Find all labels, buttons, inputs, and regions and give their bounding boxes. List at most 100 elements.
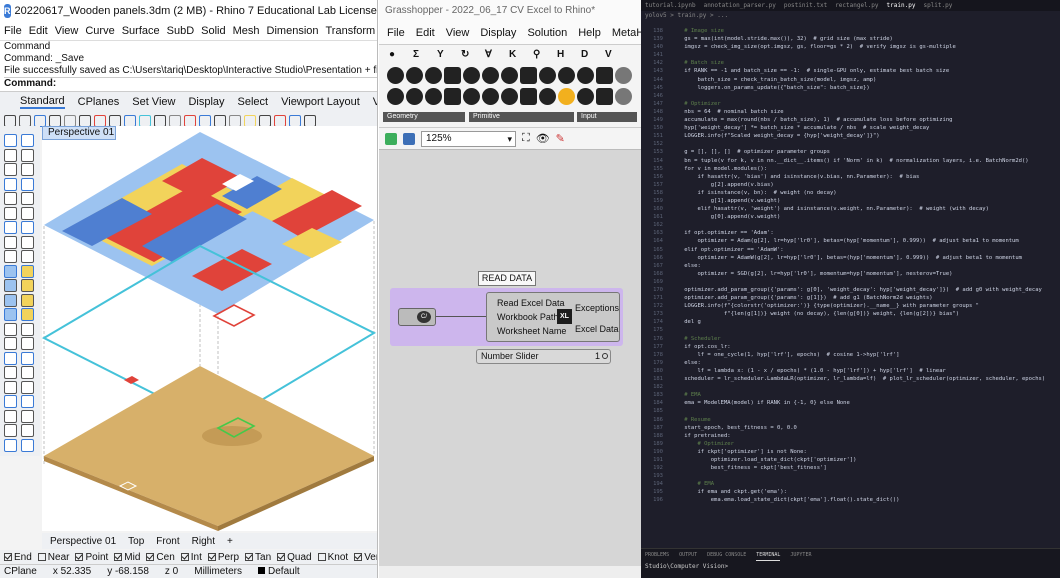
side-tool-icon[interactable] [4,322,17,336]
ribbon-component-icon[interactable] [425,67,442,84]
panel-tab-debug-console[interactable]: DEBUG CONSOLE [707,549,746,561]
panel-tab-jupyter[interactable]: JUPYTER [790,549,811,561]
input-workbook-path[interactable]: Workbook Path [497,312,558,322]
toolbar-tab[interactable]: Display [188,96,224,108]
viewport-tab[interactable]: Perspective 01 [50,536,116,547]
ribbon-component-icon[interactable] [520,88,537,105]
side-tool-icon[interactable] [21,192,34,205]
osnap-checkbox[interactable] [277,553,286,561]
side-tool-icon[interactable] [4,206,17,220]
zoom-select[interactable]: 125% [421,130,516,147]
osnap-int[interactable]: Int [180,552,202,563]
side-tool-icon[interactable] [21,148,34,162]
side-tool-icon[interactable] [4,366,17,379]
side-tool-icon[interactable] [4,235,17,249]
terminal-prompt[interactable]: Studio\Computer Vision> [641,561,1060,573]
osnap-knot[interactable]: Knot [317,552,348,563]
side-tool-icon[interactable] [21,221,34,234]
viewport-tab[interactable]: Right [192,536,215,547]
side-tool-icon[interactable] [4,438,17,452]
menu-item-dimension[interactable]: Dimension [267,25,319,37]
side-tool-icon[interactable] [21,293,34,307]
ribbon-component-icon[interactable] [444,88,461,105]
viewport-label[interactable]: Perspective 01 [42,126,116,140]
gh-menu-help[interactable]: Help [578,27,601,39]
input-read-excel-data[interactable]: Read Excel Data [497,298,565,308]
osnap-perp[interactable]: Perp [207,552,239,563]
panel-tab-output[interactable]: OUTPUT [679,549,697,561]
side-tool-icon[interactable] [4,351,17,365]
side-tool-icon[interactable] [21,279,34,292]
osnap-checkbox[interactable] [245,553,254,561]
side-tool-icon[interactable] [21,250,34,263]
viewport-tab[interactable]: Top [128,536,144,547]
menu-item-surface[interactable]: Surface [122,25,160,37]
side-tool-icon[interactable] [21,235,34,249]
menu-item-file[interactable]: File [4,25,22,37]
side-tool-icon[interactable] [4,148,17,162]
side-tool-icon[interactable] [4,177,17,191]
side-tool-icon[interactable] [21,177,34,191]
ribbon-component-icon[interactable] [615,67,632,84]
ribbon-component-icon[interactable] [539,88,556,105]
ribbon-component-icon[interactable] [501,88,518,105]
viewport-tab[interactable]: Front [156,536,179,547]
osnap-checkbox[interactable] [4,553,12,561]
units-label[interactable]: Millimeters [194,566,242,577]
ribbon-category-icon[interactable]: D [581,49,588,60]
side-tool-icon[interactable] [4,134,17,147]
side-tool-icon[interactable] [21,438,34,452]
side-tool-icon[interactable] [4,380,17,394]
input-worksheet-name[interactable]: Worksheet Name [497,326,566,336]
ribbon-component-icon[interactable] [482,88,499,105]
output-excel-data[interactable]: Excel Data [575,324,619,334]
side-tool-icon[interactable] [4,395,17,408]
toolbar-tab[interactable]: Set View [132,96,175,108]
side-tool-icon[interactable] [21,409,34,423]
side-tool-icon[interactable] [4,264,17,278]
ribbon-component-icon[interactable] [425,88,442,105]
ribbon-component-icon[interactable] [387,88,404,105]
ribbon-component-icon[interactable] [482,67,499,84]
perspective-viewport[interactable] [41,126,377,531]
osnap-checkbox[interactable] [317,553,326,561]
toolbar-tab[interactable]: Visibility [373,96,377,108]
ribbon-component-icon[interactable] [520,67,537,84]
osnap-checkbox[interactable] [75,553,84,561]
side-tool-icon[interactable] [21,380,34,394]
menu-item-view[interactable]: View [55,25,79,37]
ribbon-component-icon[interactable] [387,67,404,84]
menu-item-subd[interactable]: SubD [167,25,195,37]
ribbon-category-icon[interactable]: Σ [413,49,419,60]
ribbon-category-icon[interactable]: H [557,49,564,60]
command-prompt[interactable]: Command: [4,77,377,91]
osnap-vertex[interactable]: Vertex [354,552,377,563]
read-excel-component[interactable]: Read Excel Data Workbook Path Worksheet … [486,292,620,342]
viewport-tab[interactable]: + [227,536,233,547]
side-tool-icon[interactable] [21,134,34,147]
editor-tab[interactable]: tutorial.ipynb [645,0,696,11]
layer-label[interactable]: Default [258,566,300,577]
gh-menu-file[interactable]: File [387,27,405,39]
toolbar-tab[interactable]: Viewport Layout [281,96,360,108]
osnap-checkbox[interactable] [180,553,189,561]
osnap-checkbox[interactable] [354,553,363,561]
gh-menu-edit[interactable]: Edit [416,27,435,39]
cplane-label[interactable]: CPlane [4,566,37,577]
side-tool-icon[interactable] [21,366,34,379]
side-tool-icon[interactable] [4,163,17,176]
osnap-end[interactable]: End [4,552,32,563]
menu-item-edit[interactable]: Edit [29,25,48,37]
osnap-point[interactable]: Point [75,552,108,563]
ribbon-component-icon[interactable] [406,67,423,84]
side-tool-icon[interactable] [21,206,34,220]
side-tool-icon[interactable] [4,337,17,350]
ribbon-component-icon[interactable] [463,88,480,105]
gh-menu-display[interactable]: Display [480,27,516,39]
ribbon-component-icon[interactable] [596,88,613,105]
side-tool-icon[interactable] [21,351,34,365]
menu-item-curve[interactable]: Curve [85,25,114,37]
toolbar-tab[interactable]: Select [238,96,269,108]
ribbon-component-icon[interactable] [444,67,461,84]
ribbon-section-input[interactable]: Input [577,112,637,122]
